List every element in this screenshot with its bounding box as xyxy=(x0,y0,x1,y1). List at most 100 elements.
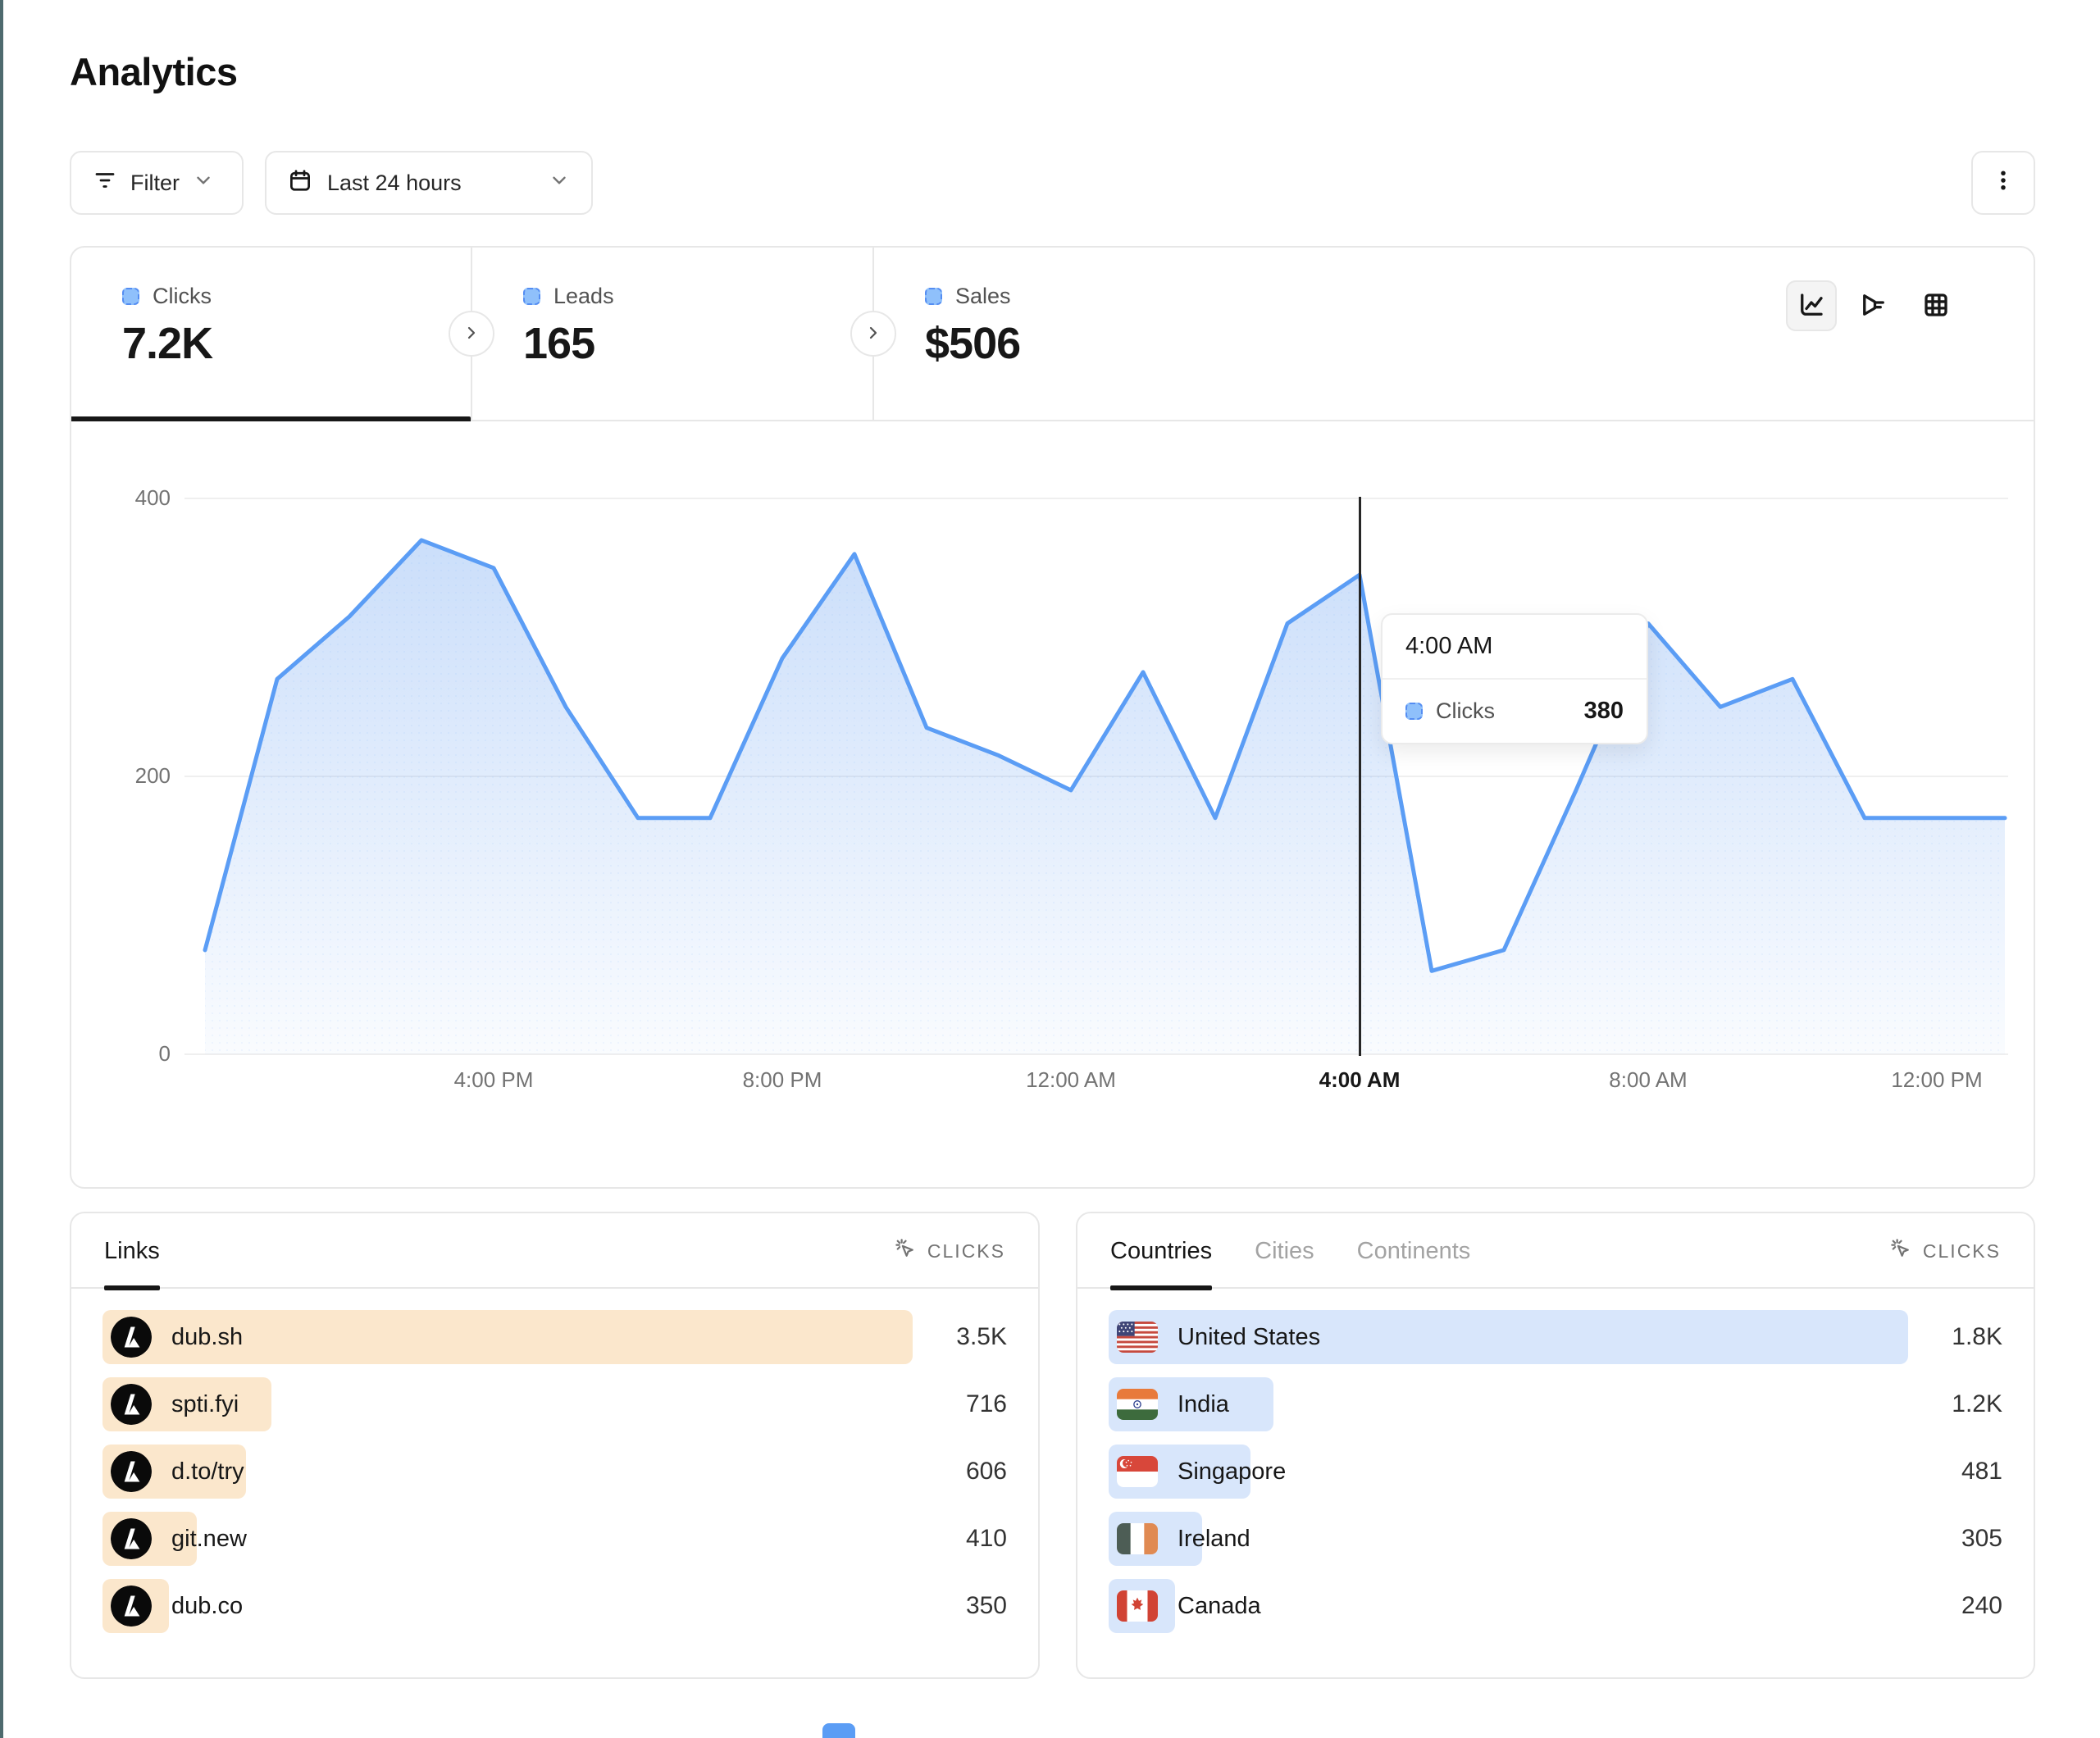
list-item[interactable]: United States 1.8K xyxy=(1109,1310,2002,1364)
leads-tab-value: 165 xyxy=(523,318,594,369)
page-left-edge-accent xyxy=(0,0,3,1738)
list-item[interactable]: dub.co 350 xyxy=(102,1579,1007,1633)
chart-view-toggles xyxy=(1786,280,1961,331)
list-item-label: Singapore xyxy=(1178,1458,1286,1485)
links-panel: Links CLICKS dub.sh 3.5K spti.fyi 716 d.to/t… xyxy=(70,1212,1040,1679)
chevron-down-icon xyxy=(193,170,214,197)
cursor-click-icon xyxy=(1888,1236,1913,1266)
clicks-legend-chip xyxy=(122,288,139,305)
x-axis-tick-label: 8:00 PM xyxy=(743,1067,822,1093)
list-item-label: dub.co xyxy=(171,1593,243,1620)
in-flag-icon xyxy=(1117,1389,1158,1420)
chevron-down-icon xyxy=(549,170,570,197)
leads-legend-chip xyxy=(523,288,540,305)
list-item-label: git.new xyxy=(171,1526,247,1553)
list-item-label: dub.sh xyxy=(171,1324,243,1351)
kebab-menu-icon xyxy=(1991,168,2016,198)
links-metric-label: CLICKS xyxy=(927,1240,1005,1263)
tab-countries[interactable]: Countries xyxy=(1110,1213,1212,1289)
countries-metric-selector[interactable]: CLICKS xyxy=(1888,1213,2001,1289)
x-axis-tick-label: 8:00 AM xyxy=(1609,1067,1687,1093)
x-axis-tick-label: 12:00 PM xyxy=(1891,1067,1982,1093)
dub-logo-icon xyxy=(111,1384,152,1425)
list-item[interactable]: Canada 240 xyxy=(1109,1579,2002,1633)
list-item[interactable]: Ireland 305 xyxy=(1109,1512,2002,1566)
dub-logo-icon xyxy=(111,1451,152,1492)
list-item-label: spti.fyi xyxy=(171,1391,239,1418)
dub-logo-icon xyxy=(111,1317,152,1358)
filter-button[interactable]: Filter xyxy=(70,151,244,215)
tab-links[interactable]: Links xyxy=(104,1213,160,1289)
x-axis-tick-label: 4:00 AM xyxy=(1319,1067,1401,1093)
list-item-label: India xyxy=(1178,1391,1229,1418)
links-panel-header: Links CLICKS xyxy=(71,1213,1038,1289)
list-item-value: 350 xyxy=(966,1579,1007,1633)
analytics-page: Analytics Filter Last 24 hours Clicks 7.… xyxy=(0,0,2100,1738)
sales-legend-chip xyxy=(925,288,942,305)
tooltip-legend-chip xyxy=(1405,703,1423,720)
list-item-value: 3.5K xyxy=(956,1310,1007,1364)
date-range-button[interactable]: Last 24 hours xyxy=(265,151,593,215)
sales-tab-value: $506 xyxy=(925,318,1020,369)
chart-crosshair xyxy=(1359,497,1361,1056)
tab-continents[interactable]: Continents xyxy=(1357,1213,1471,1289)
filter-button-label: Filter xyxy=(130,171,180,196)
more-menu-button[interactable] xyxy=(1971,151,2035,215)
line-chart-toggle[interactable] xyxy=(1786,280,1837,331)
list-item-label: Ireland xyxy=(1178,1526,1250,1553)
list-item[interactable]: Singapore 481 xyxy=(1109,1445,2002,1499)
sales-tab-label: Sales xyxy=(955,284,1011,309)
tooltip-series-label: Clicks xyxy=(1436,698,1571,724)
clicks-tab-label: Clicks xyxy=(153,284,212,309)
tab-clicks[interactable]: Clicks 7.2K xyxy=(71,248,471,420)
countries-panel-header: Countries Cities Continents CLICKS xyxy=(1077,1213,2034,1289)
links-metric-selector[interactable]: CLICKS xyxy=(893,1213,1005,1289)
funnel-view-toggle[interactable] xyxy=(1848,280,1899,331)
list-item[interactable]: India 1.2K xyxy=(1109,1377,2002,1431)
active-tab-underline xyxy=(71,416,471,421)
list-item[interactable]: git.new 410 xyxy=(102,1512,1007,1566)
chart-tooltip: 4:00 AM Clicks 380 xyxy=(1381,613,1648,744)
y-axis-tick-label: 400 xyxy=(72,485,171,511)
us-flag-icon xyxy=(1117,1322,1158,1353)
list-item-value: 481 xyxy=(1961,1445,2002,1499)
tab-sales[interactable]: Sales $506 xyxy=(874,248,1301,420)
calendar-icon xyxy=(288,168,312,198)
dub-logo-icon xyxy=(111,1518,152,1559)
sg-flag-icon xyxy=(1117,1456,1158,1487)
chevron-right-icon xyxy=(462,323,481,345)
leads-tab-label: Leads xyxy=(553,284,614,309)
list-item-value: 1.2K xyxy=(1952,1377,2002,1431)
list-item-label: d.to/try xyxy=(171,1458,244,1485)
tooltip-value: 380 xyxy=(1584,698,1624,725)
list-item-value: 410 xyxy=(966,1512,1007,1566)
expand-leads-button[interactable] xyxy=(449,311,494,357)
list-item-value: 1.8K xyxy=(1952,1310,2002,1364)
tab-leads[interactable]: Leads 165 xyxy=(472,248,872,420)
countries-panel: Countries Cities Continents CLICKS Unite… xyxy=(1076,1212,2035,1679)
tab-cities[interactable]: Cities xyxy=(1255,1213,1314,1289)
list-item[interactable]: dub.sh 3.5K xyxy=(102,1310,1007,1364)
list-item-value: 606 xyxy=(966,1445,1007,1499)
x-axis-tick-label: 12:00 AM xyxy=(1026,1067,1116,1093)
expand-sales-button[interactable] xyxy=(850,311,896,357)
date-range-label: Last 24 hours xyxy=(327,171,462,196)
countries-metric-label: CLICKS xyxy=(1923,1240,2001,1263)
list-item-value: 716 xyxy=(966,1377,1007,1431)
clicks-tab-value: 7.2K xyxy=(122,318,212,369)
list-item[interactable]: spti.fyi 716 xyxy=(102,1377,1007,1431)
bottom-edge-element xyxy=(822,1723,855,1738)
list-item[interactable]: d.to/try 606 xyxy=(102,1445,1007,1499)
clicks-area-chart[interactable] xyxy=(189,488,2017,1062)
list-item-value: 240 xyxy=(1961,1579,2002,1633)
list-item-label: Canada xyxy=(1178,1593,1261,1620)
page-title: Analytics xyxy=(70,49,237,94)
table-view-toggle[interactable] xyxy=(1911,280,1961,331)
list-item-label: United States xyxy=(1178,1324,1320,1351)
list-item-value: 305 xyxy=(1961,1512,2002,1566)
ca-flag-icon xyxy=(1117,1590,1158,1622)
ie-flag-icon xyxy=(1117,1523,1158,1554)
links-list: dub.sh 3.5K spti.fyi 716 d.to/try 606 git.new 4… xyxy=(102,1310,1007,1646)
chart-area-texture xyxy=(205,540,2005,1054)
table-grid-icon xyxy=(1921,290,1951,322)
